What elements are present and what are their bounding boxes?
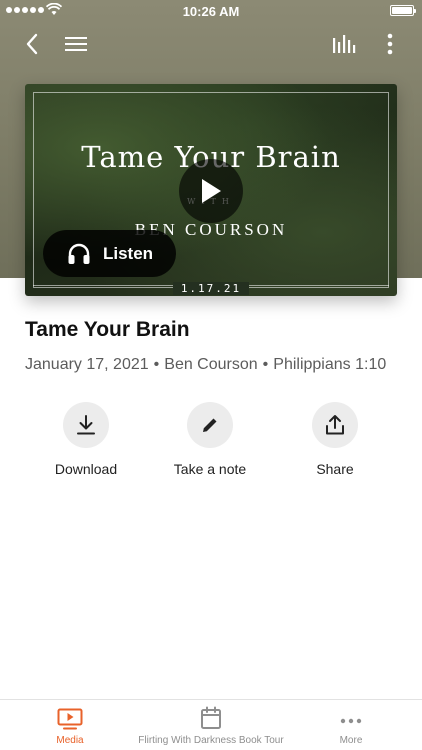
download-circle (63, 402, 109, 448)
download-label: Download (54, 461, 118, 477)
audio-bars-icon (333, 35, 356, 53)
tab-media-label: Media (56, 735, 84, 746)
play-icon (202, 179, 221, 203)
listen-label: Listen (103, 243, 154, 263)
navigation-bar (0, 26, 422, 62)
take-note-circle (187, 402, 233, 448)
tab-bar: Media Flirting With Darkness Book Tour M… (0, 699, 422, 750)
hamburger-menu-icon (65, 37, 87, 51)
status-time: 10:26 AM (182, 4, 240, 19)
calendar-icon (201, 706, 221, 729)
share-icon (326, 415, 344, 435)
take-note-button[interactable]: Take a note (148, 402, 272, 477)
pencil-icon (203, 418, 217, 432)
meta-separator: • (153, 356, 160, 373)
tab-media[interactable]: Media (20, 700, 120, 750)
listen-button[interactable]: Listen (43, 230, 176, 277)
meta-separator: • (262, 356, 269, 373)
sermon-date: January 17, 2021 (25, 356, 149, 373)
media-play-icon (57, 708, 83, 730)
tab-more[interactable]: More (302, 700, 400, 750)
artwork-date-wrap: 1.17.21 (25, 279, 397, 296)
menu-button[interactable] (58, 26, 94, 62)
status-bar: 10:26 AM (0, 0, 422, 22)
back-button[interactable] (14, 26, 50, 62)
sermon-meta: January 17, 2021 • Ben Courson • Philippians… (25, 356, 386, 374)
play-button[interactable] (179, 159, 243, 223)
battery-icon (390, 5, 416, 16)
share-label: Share (316, 461, 354, 477)
vertical-dots-icon (387, 33, 393, 55)
sermon-title: Tame Your Brain (25, 318, 190, 341)
sermon-artwork: Tame Your Brain WITH BEN COURSON 1.17.21… (25, 84, 397, 296)
download-button[interactable]: Download (24, 402, 148, 477)
download-icon (77, 415, 95, 435)
sermon-scripture[interactable]: Philippians 1:10 (273, 356, 386, 373)
headphones-icon (68, 243, 90, 264)
share-button[interactable]: Share (273, 402, 397, 477)
share-circle (312, 402, 358, 448)
more-dots-icon (340, 718, 362, 724)
artwork-date: 1.17.21 (172, 282, 250, 295)
more-options-button[interactable] (372, 26, 408, 62)
chevron-left-icon (26, 33, 38, 55)
tab-more-label: More (339, 735, 363, 746)
take-note-label: Take a note (173, 461, 247, 477)
audio-player-button[interactable] (326, 26, 362, 62)
tab-flirting-with-darkness[interactable]: Flirting With Darkness Book Tour (130, 700, 292, 750)
sermon-speaker[interactable]: Ben Courson (164, 356, 257, 373)
tab-flirting-label: Flirting With Darkness Book Tour (138, 735, 284, 746)
